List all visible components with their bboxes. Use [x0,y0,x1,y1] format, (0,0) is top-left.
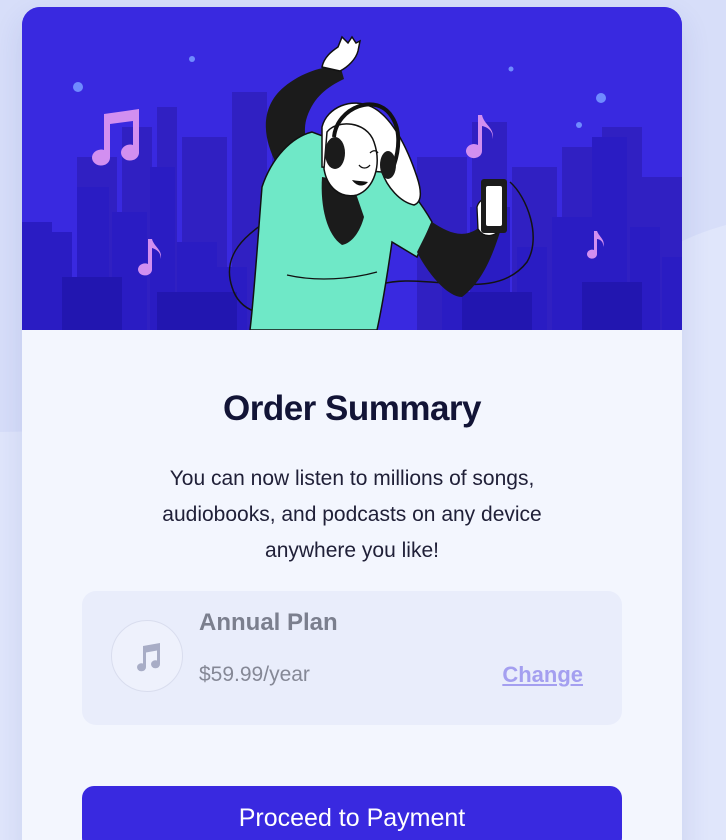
plan-name: Annual Plan [199,609,338,636]
hero-illustration [22,7,682,330]
page-title: Order Summary [222,389,482,428]
plan-price: $59.99/year [199,663,310,686]
summary-description: You can now listen to millions of songs,… [162,467,542,562]
change-plan-link[interactable]: Change [502,662,583,688]
music-note-icon [111,620,183,692]
music-note-icon-svg [137,643,161,672]
plan-box: Annual Plan $59.99/year Change [82,591,622,725]
hero-svg [22,7,682,330]
order-summary-card: Order Summary You can now listen to mill… [22,7,682,840]
proceed-to-payment-button[interactable]: Proceed to Payment [82,786,622,840]
